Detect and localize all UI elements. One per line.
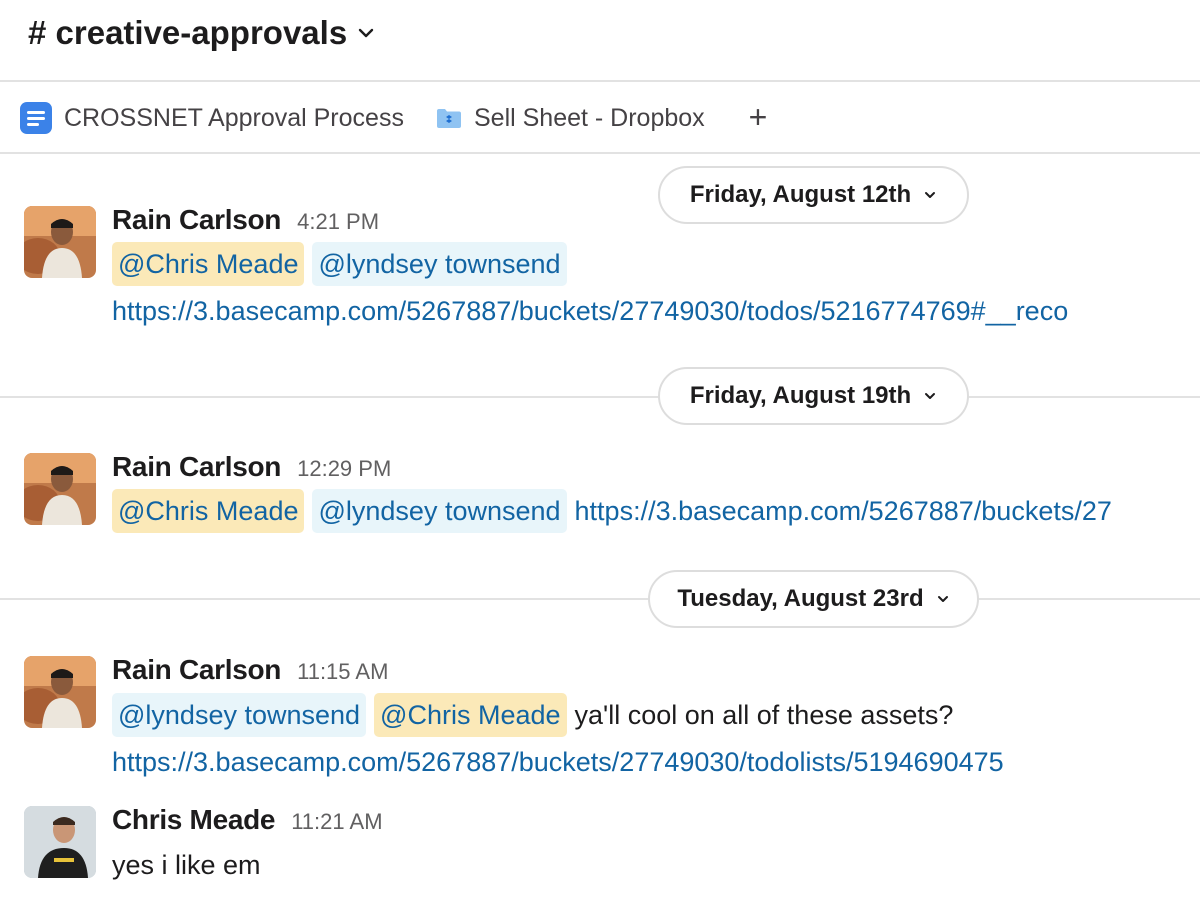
chevron-down-icon — [925, 192, 936, 198]
chevron-down-icon — [358, 28, 374, 38]
document-icon — [20, 102, 52, 134]
message-body: @Chris Meade @lyndsey townsend — [112, 242, 575, 286]
user-mention[interactable]: @Chris Meade — [112, 489, 305, 533]
day-divider-line — [0, 396, 1200, 398]
date-label: Tuesday, August 23rd — [677, 585, 924, 612]
sender-name[interactable]: Rain Carlson — [112, 654, 281, 686]
avatar-image — [24, 453, 96, 525]
channel-name: # creative-approvals — [28, 14, 348, 51]
bookmark-label: CROSSNET Approval Process — [64, 103, 404, 132]
avatar[interactable] — [24, 656, 96, 728]
message-body: yes i like em — [112, 844, 261, 886]
message-body-link-line: https://3.basecamp.com/5267887/buckets/2… — [112, 290, 1068, 332]
bookmark-crossnet-approval-process[interactable]: CROSSNET Approval Process — [20, 100, 404, 136]
message-header: Rain Carlson 12:29 PM — [112, 451, 391, 487]
message-header: Rain Carlson 4:21 PM — [112, 204, 379, 240]
add-bookmark-button[interactable]: + — [744, 100, 772, 136]
message-header: Chris Meade 11:21 AM — [112, 804, 383, 840]
avatar-image — [24, 206, 96, 278]
bookmark-sell-sheet-dropbox[interactable]: Sell Sheet - Dropbox — [436, 100, 705, 136]
message-body: @Chris Meade @lyndsey townsend https://3… — [112, 489, 1112, 533]
date-label: Friday, August 19th — [689, 382, 912, 409]
bookmark-label: Sell Sheet - Dropbox — [474, 103, 705, 132]
timestamp[interactable]: 11:21 AM — [291, 809, 382, 835]
dropbox-folder-icon — [437, 109, 461, 128]
channel-header: # creative-approvals — [0, 0, 1200, 82]
user-mention[interactable]: @lyndsey townsend — [312, 242, 567, 286]
timestamp[interactable]: 11:15 AM — [297, 659, 388, 685]
avatar[interactable] — [24, 206, 96, 278]
avatar-image — [24, 656, 96, 728]
day-divider-line — [0, 598, 1200, 600]
message-header: Rain Carlson 11:15 AM — [112, 654, 388, 690]
date-divider-pill[interactable]: Tuesday, August 23rd — [648, 570, 979, 628]
sender-name[interactable]: Rain Carlson — [112, 204, 281, 236]
user-mention[interactable]: @Chris Meade — [374, 693, 567, 737]
user-mention[interactable]: @lyndsey townsend — [112, 693, 367, 737]
message-body-link-line: https://3.basecamp.com/5267887/buckets/2… — [112, 741, 1004, 783]
avatar[interactable] — [24, 806, 96, 878]
user-mention[interactable]: @Chris Meade — [112, 242, 305, 286]
date-divider-pill[interactable]: Friday, August 12th — [658, 166, 969, 224]
basecamp-link[interactable]: https://3.basecamp.com/5267887/buckets/2… — [575, 496, 1112, 527]
chevron-down-icon — [937, 596, 948, 602]
basecamp-link[interactable]: https://3.basecamp.com/5267887/buckets/2… — [112, 296, 1068, 327]
sender-name[interactable]: Chris Meade — [112, 804, 276, 836]
message-text: ya'll cool on all of these assets? — [574, 699, 954, 730]
timestamp[interactable]: 4:21 PM — [297, 209, 379, 235]
chevron-down-icon — [925, 393, 936, 399]
sender-name[interactable]: Rain Carlson — [112, 451, 281, 483]
message-body: @lyndsey townsend @Chris Meade ya'll coo… — [112, 693, 954, 737]
message-text: yes i like em — [112, 849, 261, 880]
timestamp[interactable]: 12:29 PM — [297, 456, 391, 482]
date-divider-pill[interactable]: Friday, August 19th — [658, 367, 969, 425]
user-mention[interactable]: @lyndsey townsend — [312, 489, 567, 533]
basecamp-link[interactable]: https://3.basecamp.com/5267887/buckets/2… — [112, 747, 1004, 778]
date-label: Friday, August 12th — [689, 181, 912, 208]
channel-name-button[interactable]: # creative-approvals — [28, 14, 375, 52]
avatar-image — [24, 806, 96, 878]
avatar[interactable] — [24, 453, 96, 525]
